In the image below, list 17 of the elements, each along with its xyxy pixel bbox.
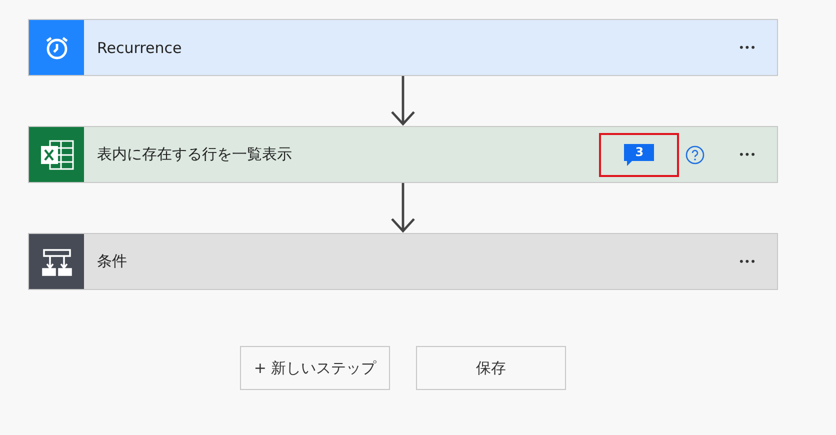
save-button[interactable]: 保存: [416, 346, 566, 390]
more-menu-button[interactable]: •••: [737, 254, 759, 270]
branch-icon: [42, 248, 72, 276]
step-card[interactable]: Recurrence •••: [28, 19, 778, 76]
more-menu-button[interactable]: •••: [737, 146, 759, 162]
arrow-icon: [390, 183, 416, 233]
help-icon[interactable]: [685, 144, 706, 164]
alarm-clock-icon: [44, 34, 70, 60]
more-menu-button[interactable]: •••: [737, 40, 759, 56]
step-card[interactable]: 条件 •••: [28, 233, 778, 290]
spreadsheet-icon: [40, 140, 74, 170]
new-step-button[interactable]: + 新しいステップ: [240, 346, 390, 390]
step-title: 条件: [97, 252, 128, 271]
step-title: Recurrence: [97, 38, 183, 56]
step-card[interactable]: 表内に存在する行を一覧表示 3 •••: [28, 126, 778, 183]
step-title: 表内に存在する行を一覧表示: [97, 145, 293, 164]
arrow-icon: [390, 76, 416, 126]
